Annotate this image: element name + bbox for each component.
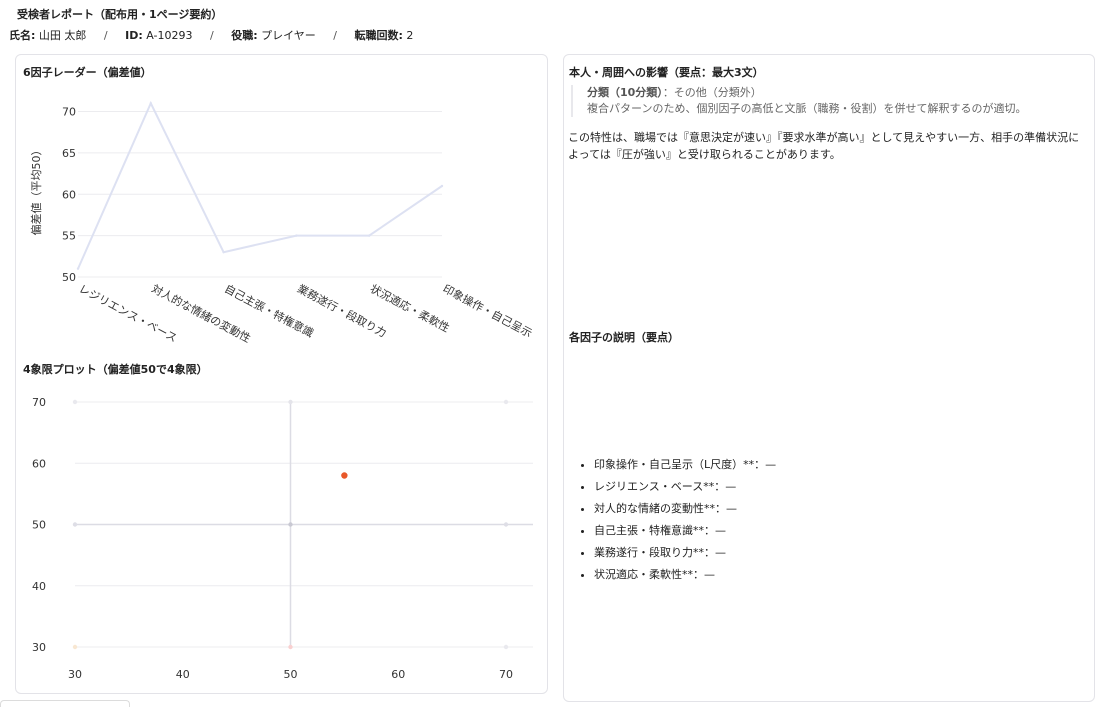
quadrant-data-point — [341, 472, 348, 479]
role-value: プレイヤー — [261, 29, 316, 42]
classification-note: 複合パターンのため、個別因子の高低と文脈（職務・役割）を併せて解釈するのが適切。 — [587, 102, 1027, 115]
quadrant-reference-point — [288, 644, 293, 650]
radar-y-tick: 50 — [62, 271, 76, 284]
radar-y-tick: 55 — [62, 230, 76, 243]
quadrant-x-tick: 40 — [176, 668, 190, 681]
factor-item-execution: 業務遂行・段取り力**：— — [594, 545, 776, 561]
radar-point — [149, 102, 152, 105]
job-change-value: 2 — [406, 29, 414, 42]
factor-item-assertiveness: 自己主張・特権意識**：— — [594, 523, 776, 539]
name-label: 氏名: — [9, 29, 36, 42]
meta-separator: / — [210, 29, 214, 42]
quadrant-reference-point — [288, 399, 293, 405]
quadrant-reference-point — [503, 644, 509, 650]
report-title: 受検者レポート（配布用・1ページ要約） — [17, 8, 223, 21]
effects-description: この特性は、職場では『意思決定が速い』『要求水準が高い』として見えやすい一方、相… — [568, 131, 1080, 161]
radar-chart: 5055606570偏差値（平均50）レジリエンス・ベース対人的な情緒の変動性自… — [29, 100, 535, 345]
quadrant-y-tick: 60 — [32, 457, 46, 470]
meta-separator: / — [333, 29, 338, 42]
radar-y-tick: 60 — [62, 188, 76, 201]
charts-card: 6因子レーダー（偏差値） 50 55 60 65 70 偏差値（平均50） レジリエンス・ベ… — [15, 54, 548, 694]
radar-point — [368, 234, 371, 237]
factor-item-adaptability: 状況適応・柔軟性**：— — [594, 567, 776, 583]
radar-point — [440, 184, 444, 188]
quadrant-reference-point — [72, 399, 78, 405]
name-value: 山田 太郎 — [38, 29, 87, 42]
id-label: ID: — [125, 29, 143, 42]
job-change-label: 転職回数: — [354, 29, 403, 42]
radar-x-tick: 印象操作・自己呈示 — [441, 281, 535, 340]
quadrant-chart: 30 40 50 60 70 30 40 50 60 70 — [32, 396, 533, 681]
explanation-card: 本人・周囲への影響（要点：最大3文） 分類（10分類）：その他（分類外） 複合パ… — [563, 54, 1095, 702]
quadrant-reference-point — [72, 644, 78, 650]
factors-title: 各因子の説明（要点） — [569, 331, 679, 344]
quadrant-x-tick: 50 — [284, 668, 298, 681]
factor-item-emotional-variability: 対人的な情緒の変動性**：— — [594, 501, 776, 517]
quadrant-y-tick: 30 — [32, 641, 46, 654]
quadrant-reference-point — [288, 522, 293, 527]
radar-y-axis-label: 偏差値（平均50） — [29, 145, 43, 236]
meta-separator: / — [103, 29, 108, 42]
quadrant-y-tick: 50 — [32, 519, 46, 532]
factor-list: 印象操作・自己呈示（L尺度）**：— レジリエンス・ベース**：— 対人的な情緒… — [578, 457, 776, 589]
classification-label: 分類（10分類） — [587, 86, 663, 99]
radar-point — [222, 250, 225, 254]
quadrant-x-tick: 30 — [68, 668, 82, 681]
classification-quote: 分類（10分類）：その他（分類外） 複合パターンのため、個別因子の高低と文脈（職… — [571, 85, 1102, 117]
examinee-meta: 氏名: 山田 太郎 / ID: A-10293 / 役職: プレイヤー / 転職… — [9, 27, 413, 43]
factor-item-impression: 印象操作・自己呈示（L尺度）**：— — [594, 457, 776, 473]
radar-series-line — [77, 100, 443, 270]
classification-value: ：その他（分類外） — [662, 86, 762, 99]
radar-point — [76, 267, 80, 270]
radar-y-tick: 70 — [62, 106, 76, 119]
radar-point — [295, 234, 298, 237]
quadrant-y-tick: 70 — [32, 396, 46, 409]
radar-y-tick: 65 — [62, 147, 76, 160]
quadrant-y-tick: 40 — [32, 580, 46, 593]
quadrant-reference-point — [503, 522, 509, 527]
effects-title: 本人・周囲への影響（要点：最大3文） — [569, 66, 764, 79]
quadrant-chart-title: 4象限プロット（偏差値50で4象限） — [23, 363, 208, 376]
quadrant-reference-point — [503, 399, 509, 405]
quadrant-x-tick: 70 — [499, 668, 513, 681]
factor-item-resilience: レジリエンス・ベース**：— — [594, 479, 776, 495]
quadrant-x-tick: 60 — [391, 668, 405, 681]
quadrant-reference-point — [72, 522, 78, 527]
role-label: 役職: — [231, 29, 258, 42]
id-value: A-10293 — [146, 29, 193, 42]
